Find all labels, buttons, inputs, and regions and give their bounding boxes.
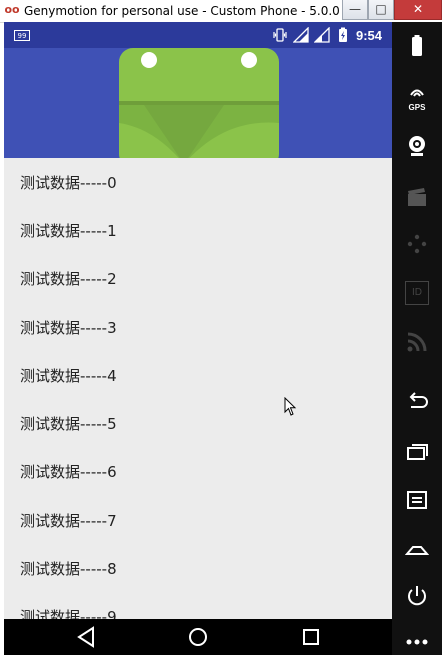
home-icon[interactable] [186,625,210,649]
more-icon[interactable] [405,630,429,654]
window-title-bar: oo Genymotion for personal use - Custom … [0,0,442,23]
webcam-icon[interactable] [405,134,429,158]
list-item[interactable]: 测试数据-----2 [4,255,392,303]
recent-apps-icon[interactable] [299,625,323,649]
phone-screen: 99 9:54 测试数据-----0 测试数据-----1 测试数据-----2… [4,22,392,655]
list-item[interactable]: 测试数据-----0 [4,158,392,206]
list-item[interactable]: 测试数据-----3 [4,303,392,351]
minimize-button[interactable]: — [342,0,368,20]
list-item[interactable]: 测试数据-----4 [4,351,392,399]
power-icon[interactable] [405,584,429,608]
list-item[interactable]: 测试数据-----1 [4,206,392,254]
notification-badge: 99 [14,30,30,41]
wifi-icon [292,27,309,43]
recent-apps-icon[interactable] [405,439,429,463]
android-status-bar: 99 9:54 [4,22,392,48]
back-icon[interactable] [405,389,429,413]
status-time: 9:54 [355,27,382,43]
close-button[interactable]: ✕ [394,0,442,20]
vibrate-icon [273,28,287,42]
list-item[interactable]: 测试数据-----8 [4,544,392,592]
emulator-tool-panel: GPS ID [392,22,442,655]
data-list: 测试数据-----0 测试数据-----1 测试数据-----2 测试数据---… [4,158,392,641]
back-icon[interactable] [74,625,98,649]
gps-icon [410,89,424,97]
battery-icon [338,27,347,42]
dpad-icon[interactable] [405,232,429,256]
android-nav-bar [4,619,392,655]
home-icon[interactable] [405,536,429,560]
maximize-button[interactable]: □ [368,0,394,20]
mouse-cursor-icon [284,397,297,416]
list-item[interactable]: 测试数据-----5 [4,399,392,447]
gps-label: GPS [408,103,426,112]
battery-widget-icon[interactable] [405,34,429,58]
genymotion-icon: oo [4,3,20,16]
screencast-icon[interactable] [405,185,429,209]
rss-icon[interactable] [405,330,429,354]
window-title: Genymotion for personal use - Custom Pho… [24,4,339,18]
signal-icon [313,27,330,43]
android-robot-image [119,48,279,158]
list-item[interactable]: 测试数据-----7 [4,496,392,544]
menu-icon[interactable] [405,488,429,512]
list-item[interactable]: 测试数据-----6 [4,448,392,496]
gps-widget-button[interactable]: GPS [403,84,431,112]
collapsing-header [4,48,392,158]
device-id-icon[interactable]: ID [405,281,429,305]
